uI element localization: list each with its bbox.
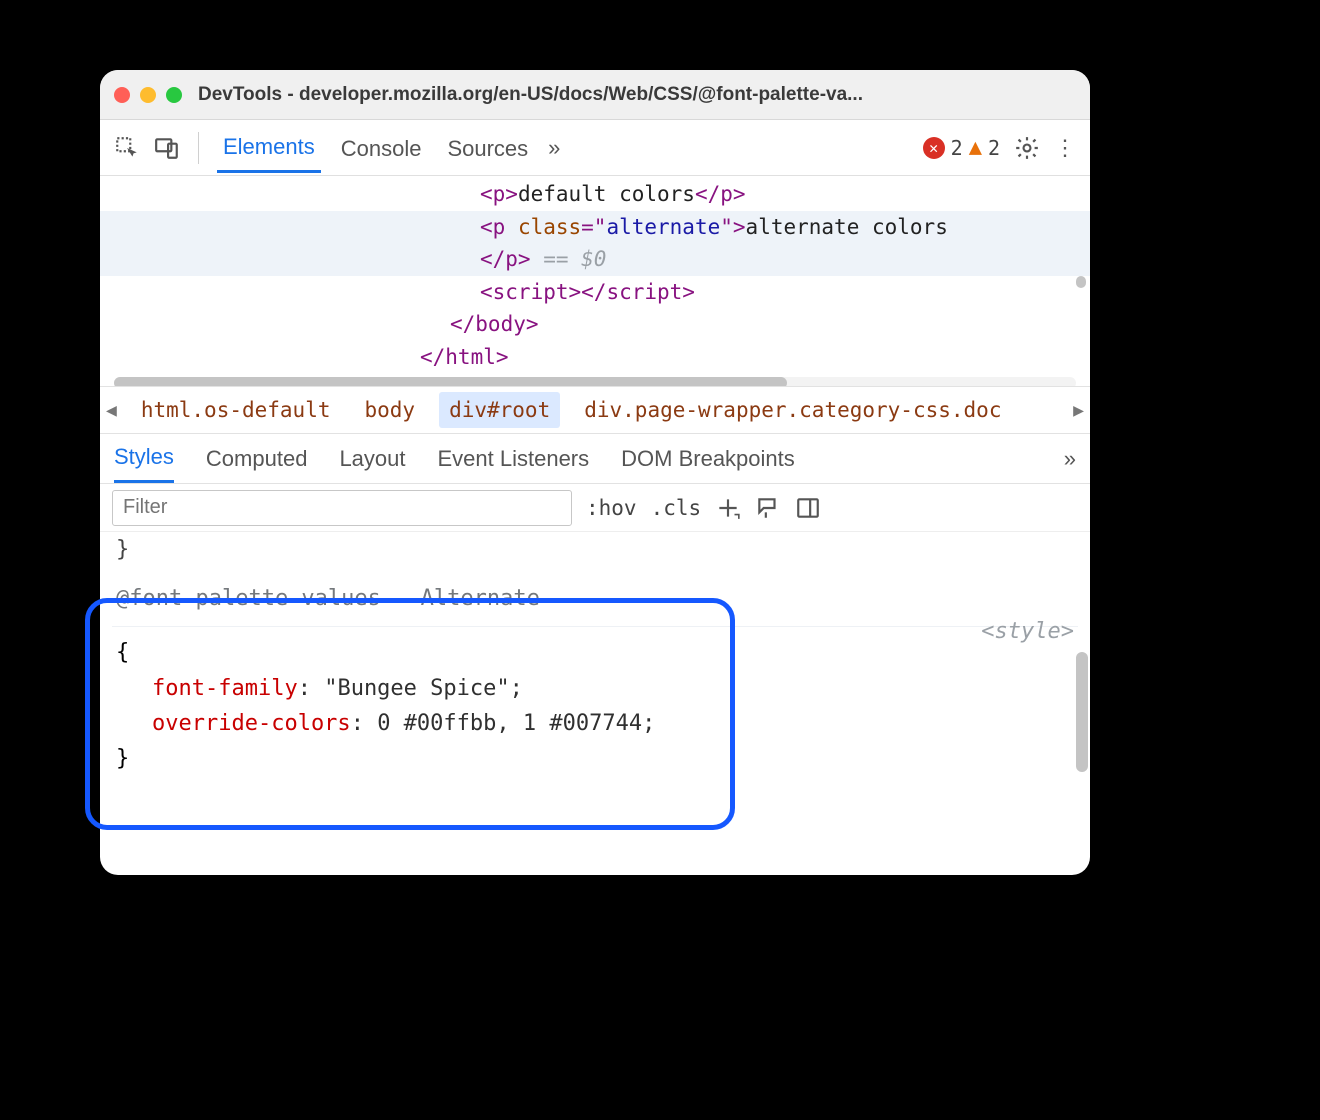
tab-dom-breakpoints[interactable]: DOM Breakpoints [621,436,795,482]
kebab-menu-icon[interactable]: ⋮ [1054,135,1076,161]
crumb-html[interactable]: html.os-default [131,392,341,428]
vertical-scrollbar-thumb[interactable] [1076,652,1088,772]
crumb-next-icon[interactable]: ▶ [1073,400,1084,421]
paint-brush-icon[interactable] [755,495,781,521]
error-count: 2 [951,136,963,160]
styles-filter-bar: :hov .cls [100,484,1090,532]
crumb-current[interactable]: div#root [439,392,560,428]
toggle-hover-button[interactable]: :hov [586,496,637,520]
tab-elements[interactable]: Elements [217,122,321,173]
titlebar: DevTools - developer.mozilla.org/en-US/d… [100,70,1090,120]
crumb-page-wrapper[interactable]: div.page-wrapper.category-css.doc [574,392,1011,428]
css-declaration[interactable]: override-colors: 0 #00ffbb, 1 #007744; [112,706,1078,741]
tab-console[interactable]: Console [335,124,428,172]
dom-node-selected[interactable]: <p class="alternate">alternate colors [100,211,1090,244]
tab-layout[interactable]: Layout [339,436,405,482]
minimize-window-button[interactable] [140,87,156,103]
error-icon: ✕ [923,137,945,159]
dom-node[interactable]: </html> [100,341,1090,374]
dom-node[interactable]: <script></script> [100,276,1090,309]
main-toolbar: Elements Console Sources » ✕ 2 ▲ 2 ⋮ [100,120,1090,176]
close-window-button[interactable] [114,87,130,103]
rule-close-brace: } [112,741,1078,776]
tab-styles[interactable]: Styles [114,434,174,483]
breadcrumb: ◀ html.os-default body div#root div.page… [100,386,1090,434]
tab-event-listeners[interactable]: Event Listeners [438,436,590,482]
toggle-class-button[interactable]: .cls [651,496,702,520]
device-toggle-icon[interactable] [154,135,180,161]
rule-close-previous: } [112,532,1078,567]
dom-node[interactable]: <p>default colors</p> [100,178,1090,211]
styles-tabbar: Styles Computed Layout Event Listeners D… [100,434,1090,484]
dom-node[interactable]: </body> [100,308,1090,341]
status-area[interactable]: ✕ 2 ▲ 2 [923,135,1000,160]
toggle-sidebar-icon[interactable] [795,495,821,521]
window-controls [114,87,182,103]
styles-pane[interactable]: } @font-palette-values --Alternate { fon… [100,532,1090,875]
vertical-scrollbar-thumb[interactable] [1076,276,1086,288]
horizontal-scrollbar[interactable] [114,377,1076,386]
rule-open-brace: { [112,635,1078,670]
window-title: DevTools - developer.mozilla.org/en-US/d… [198,84,1076,106]
separator [198,132,199,164]
styles-filter-input[interactable] [112,490,572,526]
more-tabs-icon[interactable]: » [548,135,560,161]
rule-source-link[interactable]: <style> [981,614,1074,649]
devtools-window: DevTools - developer.mozilla.org/en-US/d… [100,70,1090,875]
rule-body[interactable]: { font-family: "Bungee Spice"; override-… [112,627,1078,776]
maximize-window-button[interactable] [166,87,182,103]
new-style-rule-icon[interactable] [715,495,741,521]
settings-icon[interactable] [1014,135,1040,161]
dom-node-selected-close[interactable]: </p> == $0 [100,243,1090,276]
tab-sources[interactable]: Sources [441,124,534,172]
more-styles-tabs-icon[interactable]: » [1064,446,1076,472]
css-declaration[interactable]: font-family: "Bungee Spice"; [112,671,1078,706]
crumb-prev-icon[interactable]: ◀ [106,400,117,421]
crumb-body[interactable]: body [355,392,426,428]
scrollbar-thumb[interactable] [114,377,787,386]
warning-count: 2 [988,136,1000,160]
dom-tree[interactable]: <p>default colors</p> <p class="alternat… [100,176,1090,386]
tab-computed[interactable]: Computed [206,436,308,482]
rule-selector[interactable]: @font-palette-values --Alternate [112,567,1078,627]
warning-icon: ▲ [969,135,982,160]
inspect-element-icon[interactable] [114,135,140,161]
